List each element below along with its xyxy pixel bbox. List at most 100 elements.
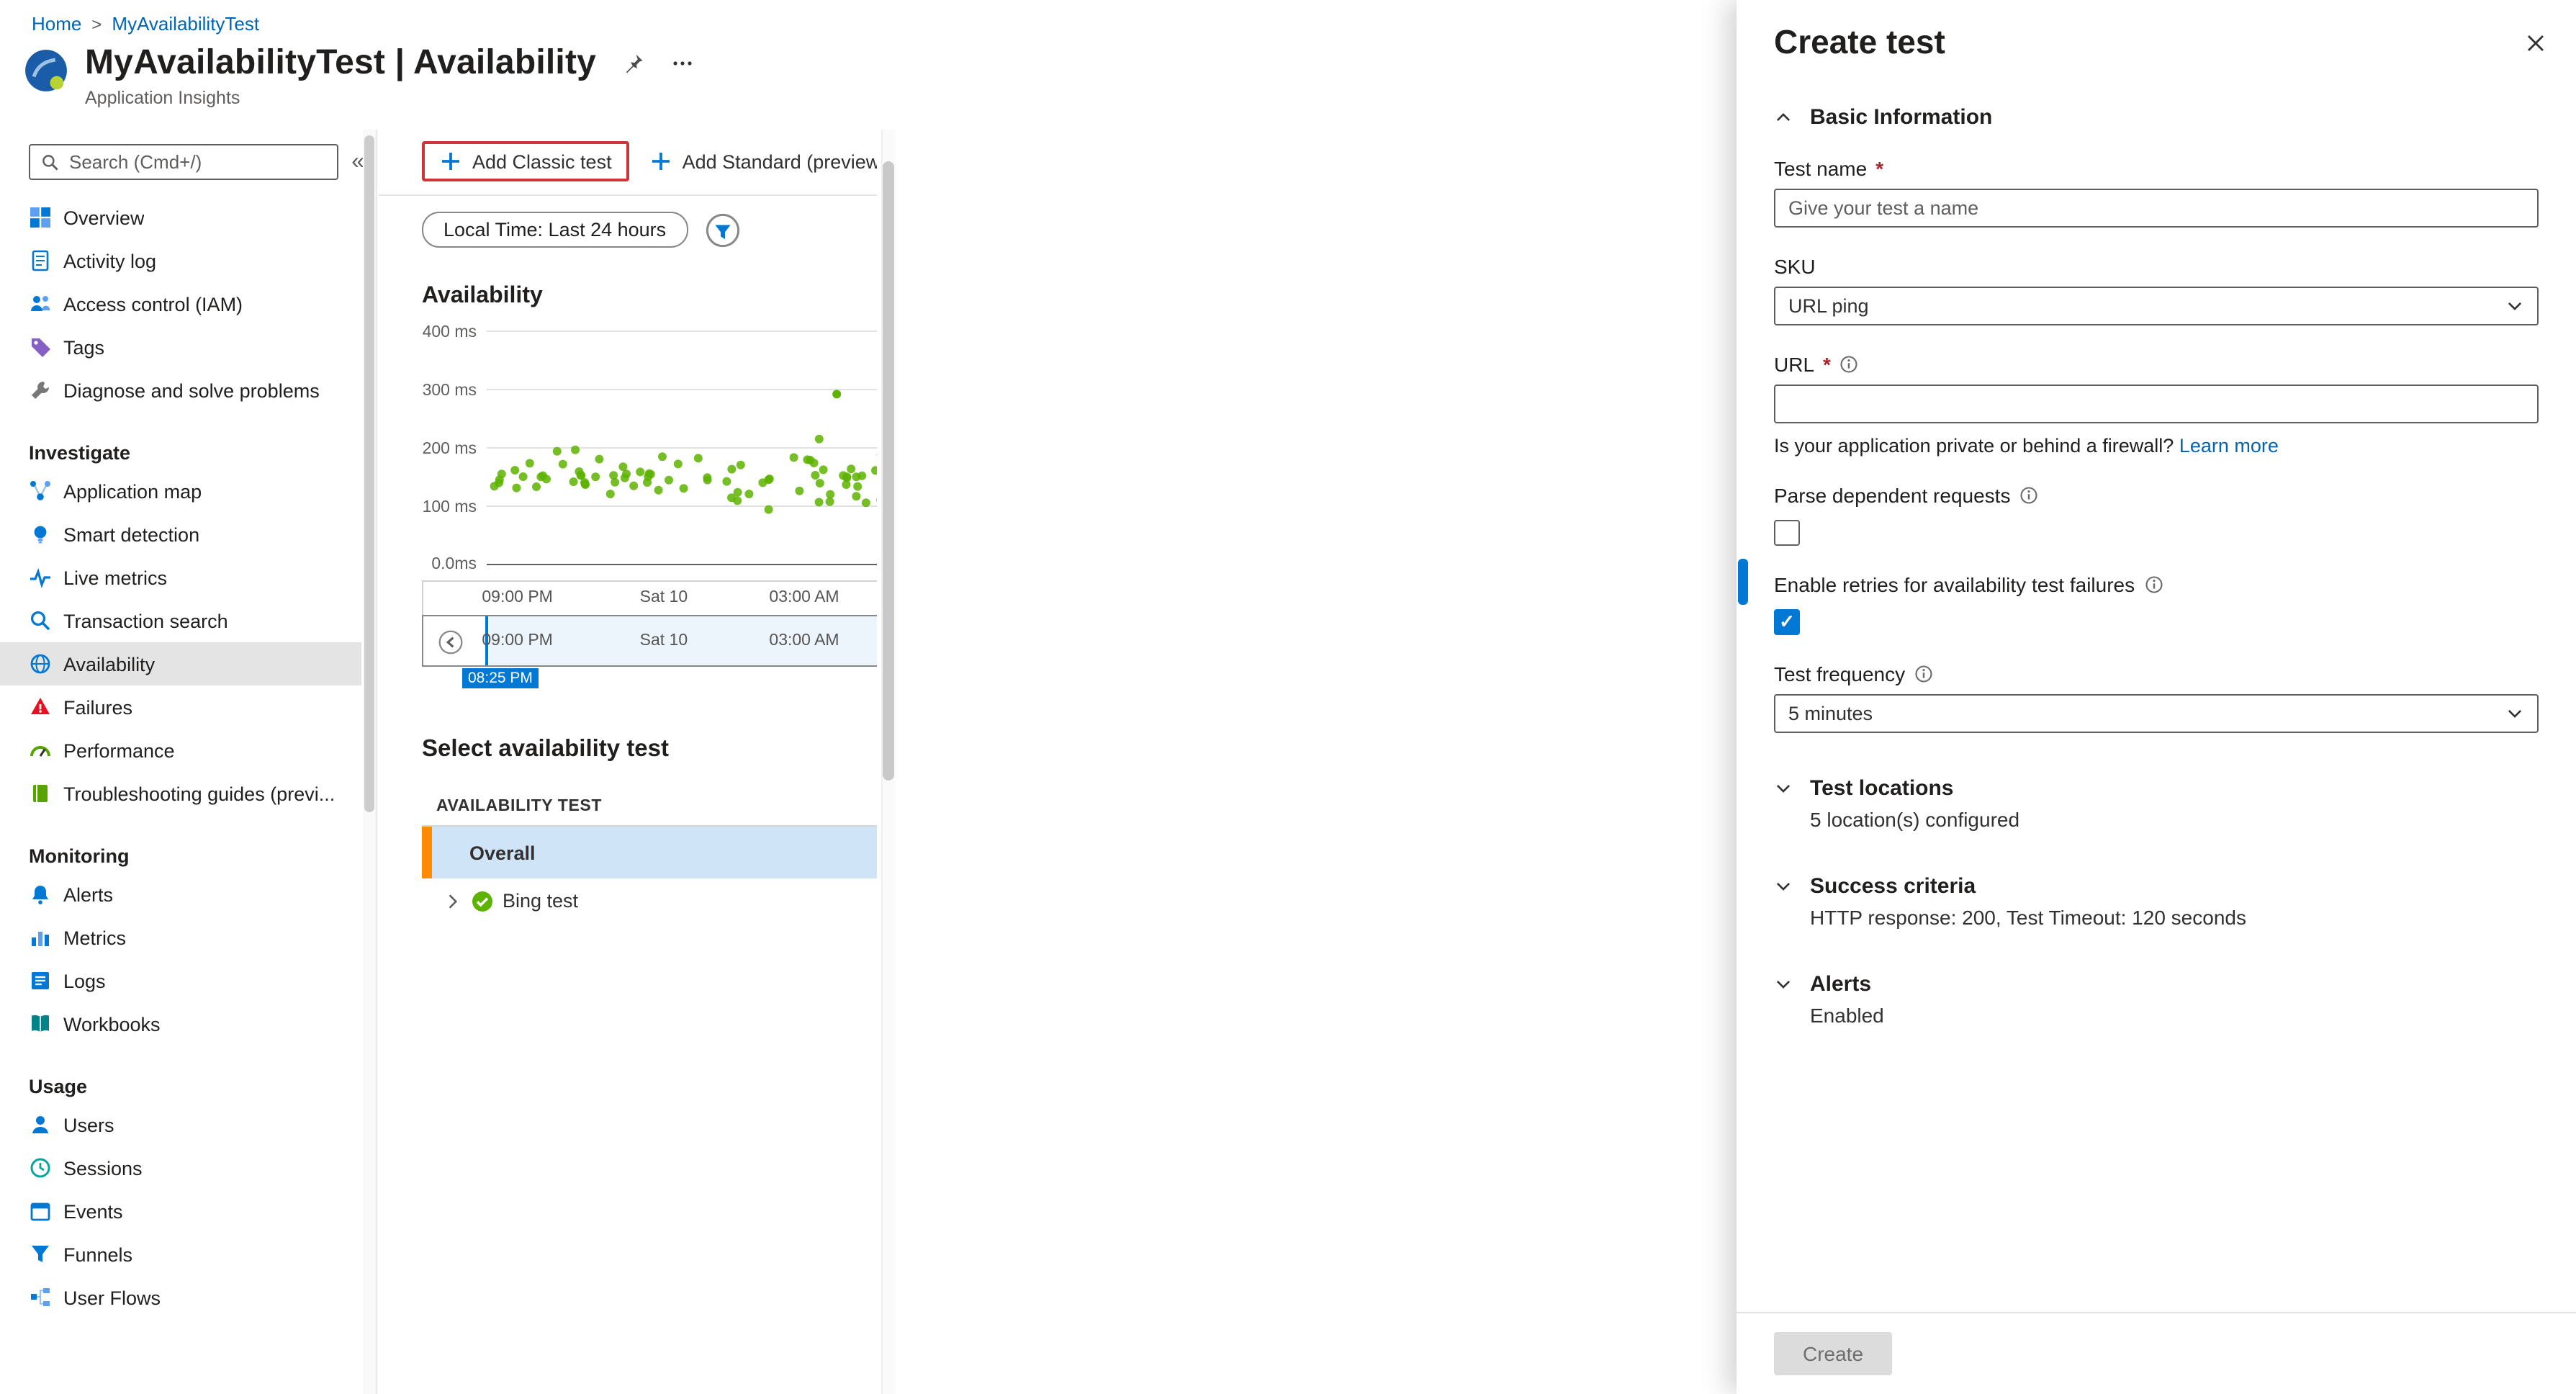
success-criteria-summary: HTTP response: 200, Test Timeout: 120 se… bbox=[1810, 906, 2539, 929]
sidebar-item-users[interactable]: Users bbox=[0, 1103, 361, 1146]
tags-icon bbox=[29, 336, 52, 359]
sidebar-search[interactable] bbox=[29, 144, 338, 180]
events-icon bbox=[29, 1200, 52, 1223]
sidebar-item-diagnose-and-solve-problems[interactable]: Diagnose and solve problems bbox=[0, 369, 361, 412]
users-icon bbox=[29, 1113, 52, 1136]
info-icon[interactable] bbox=[1839, 354, 1860, 374]
application-map-icon bbox=[29, 480, 52, 503]
chevron-up-icon bbox=[1774, 108, 1793, 127]
sidebar-scrollbar[interactable] bbox=[363, 130, 376, 1394]
breadcrumb-separator: > bbox=[91, 14, 102, 34]
pin-icon[interactable] bbox=[622, 52, 645, 75]
sidebar-item-label: Overview bbox=[63, 207, 145, 228]
application-insights-icon bbox=[22, 46, 71, 95]
chevron-down-icon bbox=[1774, 877, 1793, 896]
info-icon[interactable] bbox=[1914, 664, 1934, 684]
sidebar-item-logs[interactable]: Logs bbox=[0, 959, 361, 1002]
sidebar-item-label: Events bbox=[63, 1200, 123, 1222]
learn-more-link[interactable]: Learn more bbox=[2179, 435, 2279, 457]
svg-text:0.0ms: 0.0ms bbox=[431, 554, 477, 570]
test-name-field[interactable] bbox=[1774, 189, 2539, 228]
enable-retries-checkbox[interactable] bbox=[1774, 609, 1800, 635]
sidebar-item-alerts[interactable]: Alerts bbox=[0, 873, 361, 916]
success-criteria-section[interactable]: Success criteria bbox=[1774, 874, 2539, 899]
sku-label: SKU bbox=[1774, 255, 2539, 278]
sidebar-item-performance[interactable]: Performance bbox=[0, 729, 361, 772]
sku-select[interactable]: URL ping bbox=[1774, 287, 2539, 325]
breadcrumb-resource-link[interactable]: MyAvailabilityTest bbox=[112, 13, 259, 35]
sidebar-item-failures[interactable]: Failures bbox=[0, 685, 361, 729]
sidebar-item-metrics[interactable]: Metrics bbox=[0, 916, 361, 959]
alerts-section[interactable]: Alerts bbox=[1774, 972, 2539, 997]
sidebar-item-user-flows[interactable]: User Flows bbox=[0, 1276, 361, 1319]
table-row-overall[interactable]: Overall100.00%100.00%156 ms bbox=[422, 827, 877, 878]
add-standard-preview-test-button[interactable]: Add Standard (preview) test bbox=[632, 141, 877, 181]
create-test-panel: Create test Basic Information Test name*… bbox=[1737, 0, 2576, 1394]
sessions-icon bbox=[29, 1156, 52, 1179]
availability-table-body: Overall100.00%100.00%156 msBing test100.… bbox=[422, 827, 877, 923]
troubleshooting-guides-icon bbox=[29, 782, 52, 805]
brush-reset-icon[interactable] bbox=[438, 629, 464, 655]
sidebar-item-live-metrics[interactable]: Live metrics bbox=[0, 556, 361, 599]
table-row-bing-test[interactable]: Bing test100.00%100.00%156 ms bbox=[422, 878, 877, 923]
azure-portal-page: Home > MyAvailabilityTest MyAvailability… bbox=[0, 0, 2576, 1394]
filter-icon[interactable] bbox=[705, 212, 739, 247]
test-list-heading: Select availability test bbox=[422, 735, 669, 763]
add-icon bbox=[649, 150, 672, 173]
performance-icon bbox=[29, 739, 52, 762]
sidebar-item-sessions[interactable]: Sessions bbox=[0, 1146, 361, 1190]
sidebar-item-tags[interactable]: Tags bbox=[0, 325, 361, 369]
sidebar-item-access-control-iam[interactable]: Access control (IAM) bbox=[0, 282, 361, 325]
time-range-filter[interactable]: Local Time: Last 24 hours bbox=[422, 212, 688, 248]
test-locations-section[interactable]: Test locations bbox=[1774, 776, 2539, 801]
column-header-availability-test[interactable]: AVAILABILITY TEST bbox=[422, 788, 877, 825]
time-brush[interactable]: 09:00 PMSat 1003:00 AM06:00 AM09:00 AM12… bbox=[422, 615, 877, 667]
smart-detection-icon bbox=[29, 523, 52, 546]
panel-title: Create test bbox=[1774, 23, 1945, 62]
test-frequency-label: Test frequency bbox=[1774, 662, 2539, 685]
sidebar-item-workbooks[interactable]: Workbooks bbox=[0, 1002, 361, 1046]
sidebar-item-funnels[interactable]: Funnels bbox=[0, 1233, 361, 1276]
logs-icon bbox=[29, 969, 52, 992]
sidebar-scrollbar-thumb[interactable] bbox=[364, 135, 374, 812]
sidebar-search-input[interactable] bbox=[69, 151, 327, 173]
close-icon[interactable] bbox=[2524, 32, 2547, 55]
info-icon[interactable] bbox=[2019, 485, 2039, 505]
svg-text:200 ms: 200 ms bbox=[423, 439, 477, 457]
x-tick-label: Sat 10 bbox=[640, 589, 688, 606]
sidebar-item-availability[interactable]: Availability bbox=[0, 642, 361, 685]
sidebar-item-label: User Flows bbox=[63, 1287, 161, 1308]
info-icon[interactable] bbox=[2143, 575, 2163, 595]
chevron-right-icon[interactable] bbox=[442, 891, 462, 911]
sidebar-item-application-map[interactable]: Application map bbox=[0, 469, 361, 513]
main-scrollbar[interactable] bbox=[881, 130, 896, 1394]
sidebar-item-label: Performance bbox=[63, 739, 175, 761]
x-tick-label: 09:00 PM bbox=[482, 632, 552, 649]
create-button[interactable]: Create bbox=[1774, 1332, 1892, 1375]
breadcrumb-home-link[interactable]: Home bbox=[32, 13, 81, 35]
availability-icon bbox=[29, 652, 52, 675]
panel-scrollbar-thumb[interactable] bbox=[1738, 559, 1748, 605]
diagnose-icon bbox=[29, 379, 52, 402]
sidebar-item-activity-log[interactable]: Activity log bbox=[0, 239, 361, 282]
sidebar-item-label: Smart detection bbox=[63, 523, 199, 545]
sidebar-item-label: Users bbox=[63, 1114, 114, 1136]
firewall-help-text: Is your application private or behind a … bbox=[1774, 435, 2539, 457]
brush-labels: 08:25 PM 08:25 PM bbox=[422, 667, 877, 693]
transaction-search-icon bbox=[29, 609, 52, 632]
sidebar-item-troubleshooting-guides-previ[interactable]: Troubleshooting guides (previ... bbox=[0, 772, 361, 815]
url-field[interactable] bbox=[1774, 385, 2539, 423]
sidebar-item-events[interactable]: Events bbox=[0, 1190, 361, 1233]
sidebar-item-overview[interactable]: Overview bbox=[0, 196, 361, 239]
basic-information-section[interactable]: Basic Information bbox=[1774, 105, 2539, 130]
sidebar-item-label: Tags bbox=[63, 336, 104, 358]
more-icon[interactable] bbox=[671, 52, 694, 75]
parse-dependent-checkbox[interactable] bbox=[1774, 520, 1800, 546]
test-name: Overall bbox=[469, 842, 536, 863]
add-classic-test-button[interactable]: Add Classic test bbox=[422, 141, 629, 181]
sidebar-item-transaction-search[interactable]: Transaction search bbox=[0, 599, 361, 642]
sidebar-item-smart-detection[interactable]: Smart detection bbox=[0, 513, 361, 556]
main-scrollbar-thumb[interactable] bbox=[883, 161, 894, 781]
content-area: Home > MyAvailabilityTest MyAvailability… bbox=[0, 0, 1737, 1394]
test-frequency-select[interactable]: 5 minutes bbox=[1774, 694, 2539, 733]
